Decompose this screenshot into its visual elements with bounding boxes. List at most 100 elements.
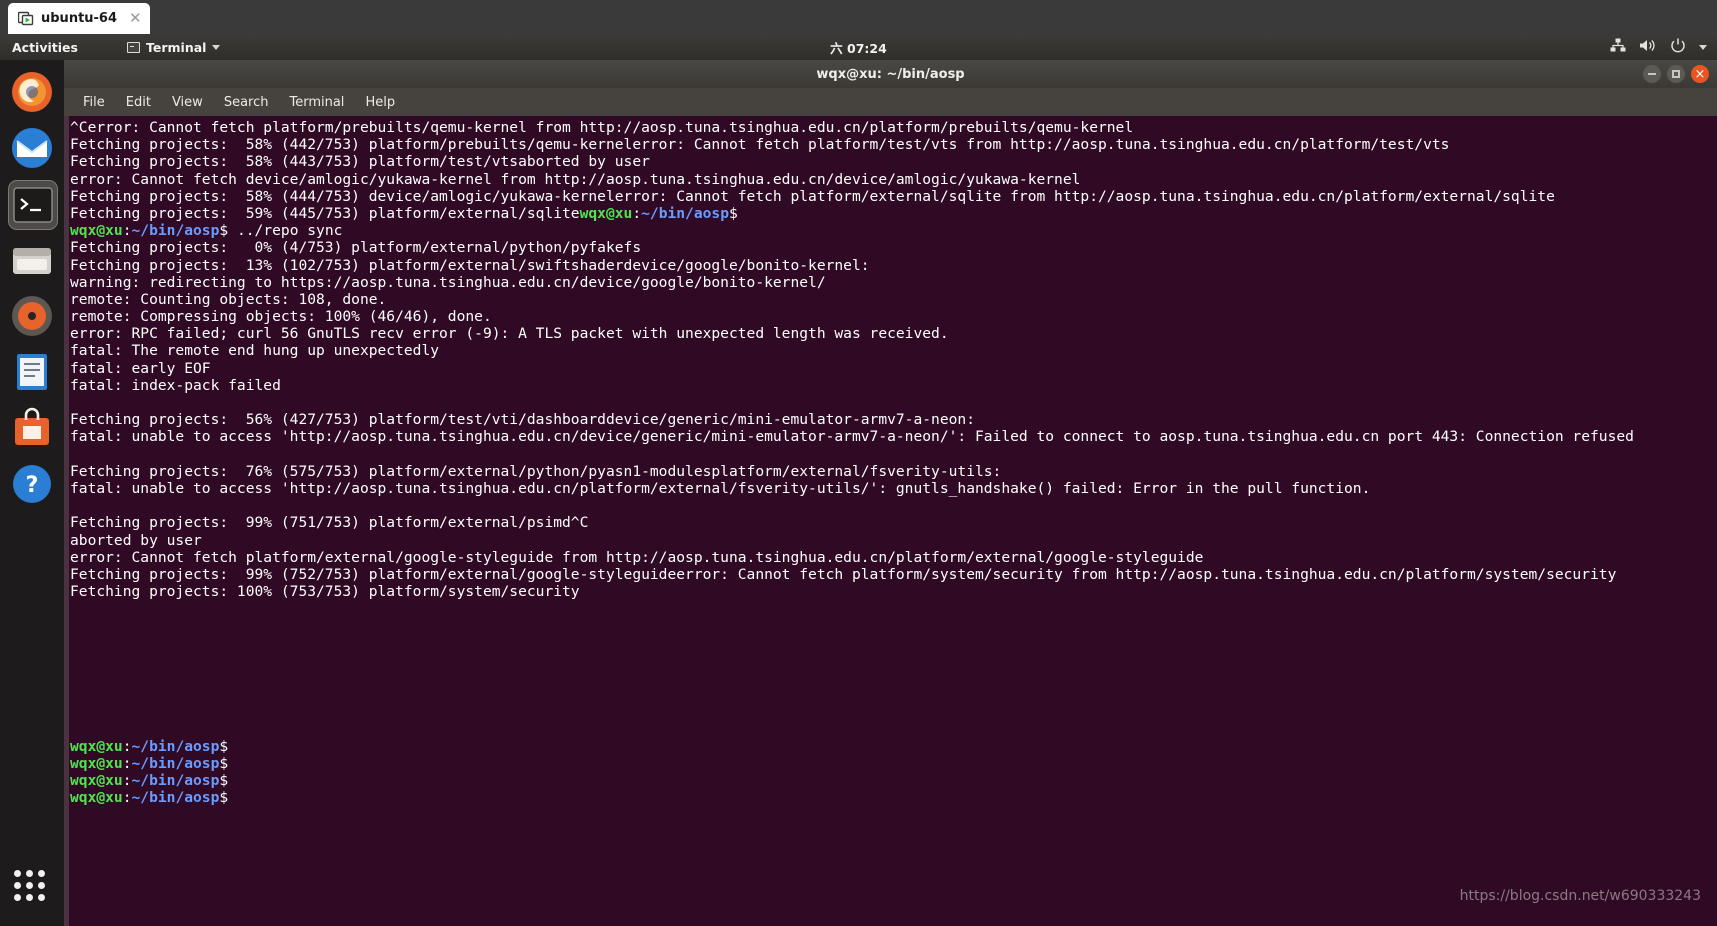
activities-label: Activities [12, 39, 78, 55]
terminal-icon [127, 41, 140, 53]
gnome-top-bar: Activities Terminal 六 07:24 [0, 34, 1717, 60]
clock-label: 六 07:24 [830, 40, 887, 56]
grid-dot [38, 894, 45, 901]
dock-item-thunderbird[interactable] [8, 124, 56, 172]
network-wired-icon[interactable] [1610, 38, 1626, 56]
prompt-sigil: $ [219, 754, 229, 772]
document-icon [17, 354, 47, 390]
dock-item-libreoffice-writer[interactable] [8, 348, 56, 396]
terminal-output-line: Fetching projects: 99% (751/753) platfor… [70, 514, 589, 532]
window-controls [1643, 65, 1709, 83]
prompt-user-host: wqx@xu [70, 222, 123, 240]
terminal-text: ^Cerror: Cannot fetch platform/prebuilts… [70, 119, 1710, 807]
terminal-output-line: fatal: unable to access 'http://aosp.tun… [70, 479, 1371, 497]
prompt-sigil: $ [219, 772, 229, 790]
ubuntu-dock: ? [0, 60, 64, 926]
chevron-down-icon[interactable] [1699, 44, 1707, 50]
terminal-scrollbar[interactable] [64, 116, 69, 926]
dock-item-files[interactable] [8, 236, 56, 284]
page-title: wqx@xu: ~/bin/aosp [64, 60, 1717, 88]
terminal-output-line: ^Cerror: Cannot fetch platform/prebuilts… [70, 119, 1134, 136]
volume-icon[interactable] [1639, 38, 1657, 56]
prompt-path: ~/bin/aosp [131, 737, 220, 755]
close-icon[interactable]: ✕ [129, 11, 142, 26]
menu-item-terminal[interactable]: Terminal [280, 92, 353, 113]
vmware-tab-label: ubuntu-64 [41, 11, 118, 26]
terminal-title-bar[interactable]: wqx@xu: ~/bin/aosp [64, 60, 1717, 89]
help-circle-icon: ? [13, 465, 51, 503]
terminal-output-line: Fetching projects: 13% (102/753) platfor… [70, 256, 870, 274]
prompt-user-host: wqx@xu [70, 754, 123, 772]
system-tray[interactable] [1610, 34, 1707, 60]
prompt-colon: : [122, 737, 132, 755]
power-icon[interactable] [1670, 38, 1686, 56]
firefox-icon [12, 72, 52, 112]
terminal-output-line: remote: Compressing objects: 100% (46/46… [70, 308, 492, 326]
menu-item-view[interactable]: View [163, 92, 212, 113]
terminal-output-text: Fetching projects: 59% (445/753) platfor… [70, 204, 580, 222]
terminal-command-line: wqx@xu:~/bin/aosp$ ../repo sync [70, 222, 1710, 239]
close-button[interactable] [1691, 65, 1709, 83]
prompt-sigil: $ [729, 204, 738, 222]
terminal-output-line: Fetching projects: 58% (444/753) device/… [70, 187, 1555, 205]
show-applications-button[interactable] [14, 870, 50, 901]
dock-item-help[interactable]: ? [8, 460, 56, 508]
vmware-tab-ubuntu-64[interactable]: ubuntu-64 ✕ [8, 3, 150, 34]
files-icon [13, 248, 51, 274]
menu-item-help[interactable]: Help [356, 92, 404, 113]
maximize-button[interactable] [1667, 65, 1685, 83]
terminal-prompt-line: wqx@xu:~/bin/aosp$ [70, 755, 1710, 772]
prompt-user-host: wqx@xu [579, 204, 633, 222]
dock-item-rhythmbox[interactable] [8, 292, 56, 340]
grid-dot [14, 870, 21, 877]
terminal-output-area[interactable]: ^Cerror: Cannot fetch platform/prebuilts… [64, 116, 1717, 926]
grid-dot [26, 870, 33, 877]
dock-item-terminal[interactable] [8, 180, 58, 230]
grid-dot [38, 870, 45, 877]
vmware-tab-bar: ubuntu-64 ✕ [0, 0, 1717, 34]
terminal-output-line: error: Cannot fetch platform/external/go… [70, 548, 1204, 566]
prompt-colon: : [122, 222, 132, 240]
grid-dot [14, 894, 21, 901]
dock-item-ubuntu-software[interactable] [8, 404, 56, 452]
prompt-colon: : [632, 204, 642, 222]
clock[interactable]: 六 07:24 [0, 34, 1717, 60]
app-menu-button[interactable]: Terminal [127, 34, 221, 60]
prompt-colon: : [122, 772, 132, 790]
prompt-sigil: $ [219, 789, 229, 807]
terminal-prompt-line: wqx@xu:~/bin/aosp$ [70, 738, 1710, 755]
svg-text:?: ? [26, 473, 39, 498]
terminal-output-line: Fetching projects: 0% (4/753) platform/e… [70, 239, 642, 257]
activities-button[interactable]: Activities [12, 34, 78, 60]
prompt-path: ~/bin/aosp [131, 754, 220, 772]
prompt-path: ~/bin/aosp [131, 789, 220, 807]
terminal-command-text: ../repo sync [228, 222, 343, 240]
terminal-output-line: Fetching projects: 100% (753/753) platfo… [70, 583, 580, 601]
dock-item-firefox[interactable] [8, 68, 56, 116]
menu-item-edit[interactable]: Edit [117, 92, 160, 113]
thunderbird-icon [12, 128, 52, 168]
terminal-output-line: Fetching projects: 76% (575/753) platfor… [70, 462, 1002, 480]
minimize-button[interactable] [1643, 65, 1661, 83]
chevron-down-icon [212, 44, 221, 50]
menu-item-file[interactable]: File [74, 92, 114, 113]
prompt-user-host: wqx@xu [70, 772, 123, 790]
terminal-output-line: error: RPC failed; curl 56 GnuTLS recv e… [70, 325, 949, 343]
terminal-window: wqx@xu: ~/bin/aosp File Edit View Search… [64, 60, 1717, 926]
menu-item-search[interactable]: Search [215, 92, 278, 113]
prompt-colon: : [122, 754, 132, 772]
terminal-output-line: aborted by user [70, 531, 202, 549]
watermark: https://blog.csdn.net/w690333243 [1459, 888, 1701, 904]
terminal-output-line: fatal: unable to access 'http://aosp.tun… [70, 428, 1634, 446]
terminal-output-line: warning: redirecting to https://aosp.tun… [70, 273, 826, 291]
grid-dot [26, 882, 33, 889]
terminal-menu-bar: File Edit View Search Terminal Help [64, 88, 1717, 116]
